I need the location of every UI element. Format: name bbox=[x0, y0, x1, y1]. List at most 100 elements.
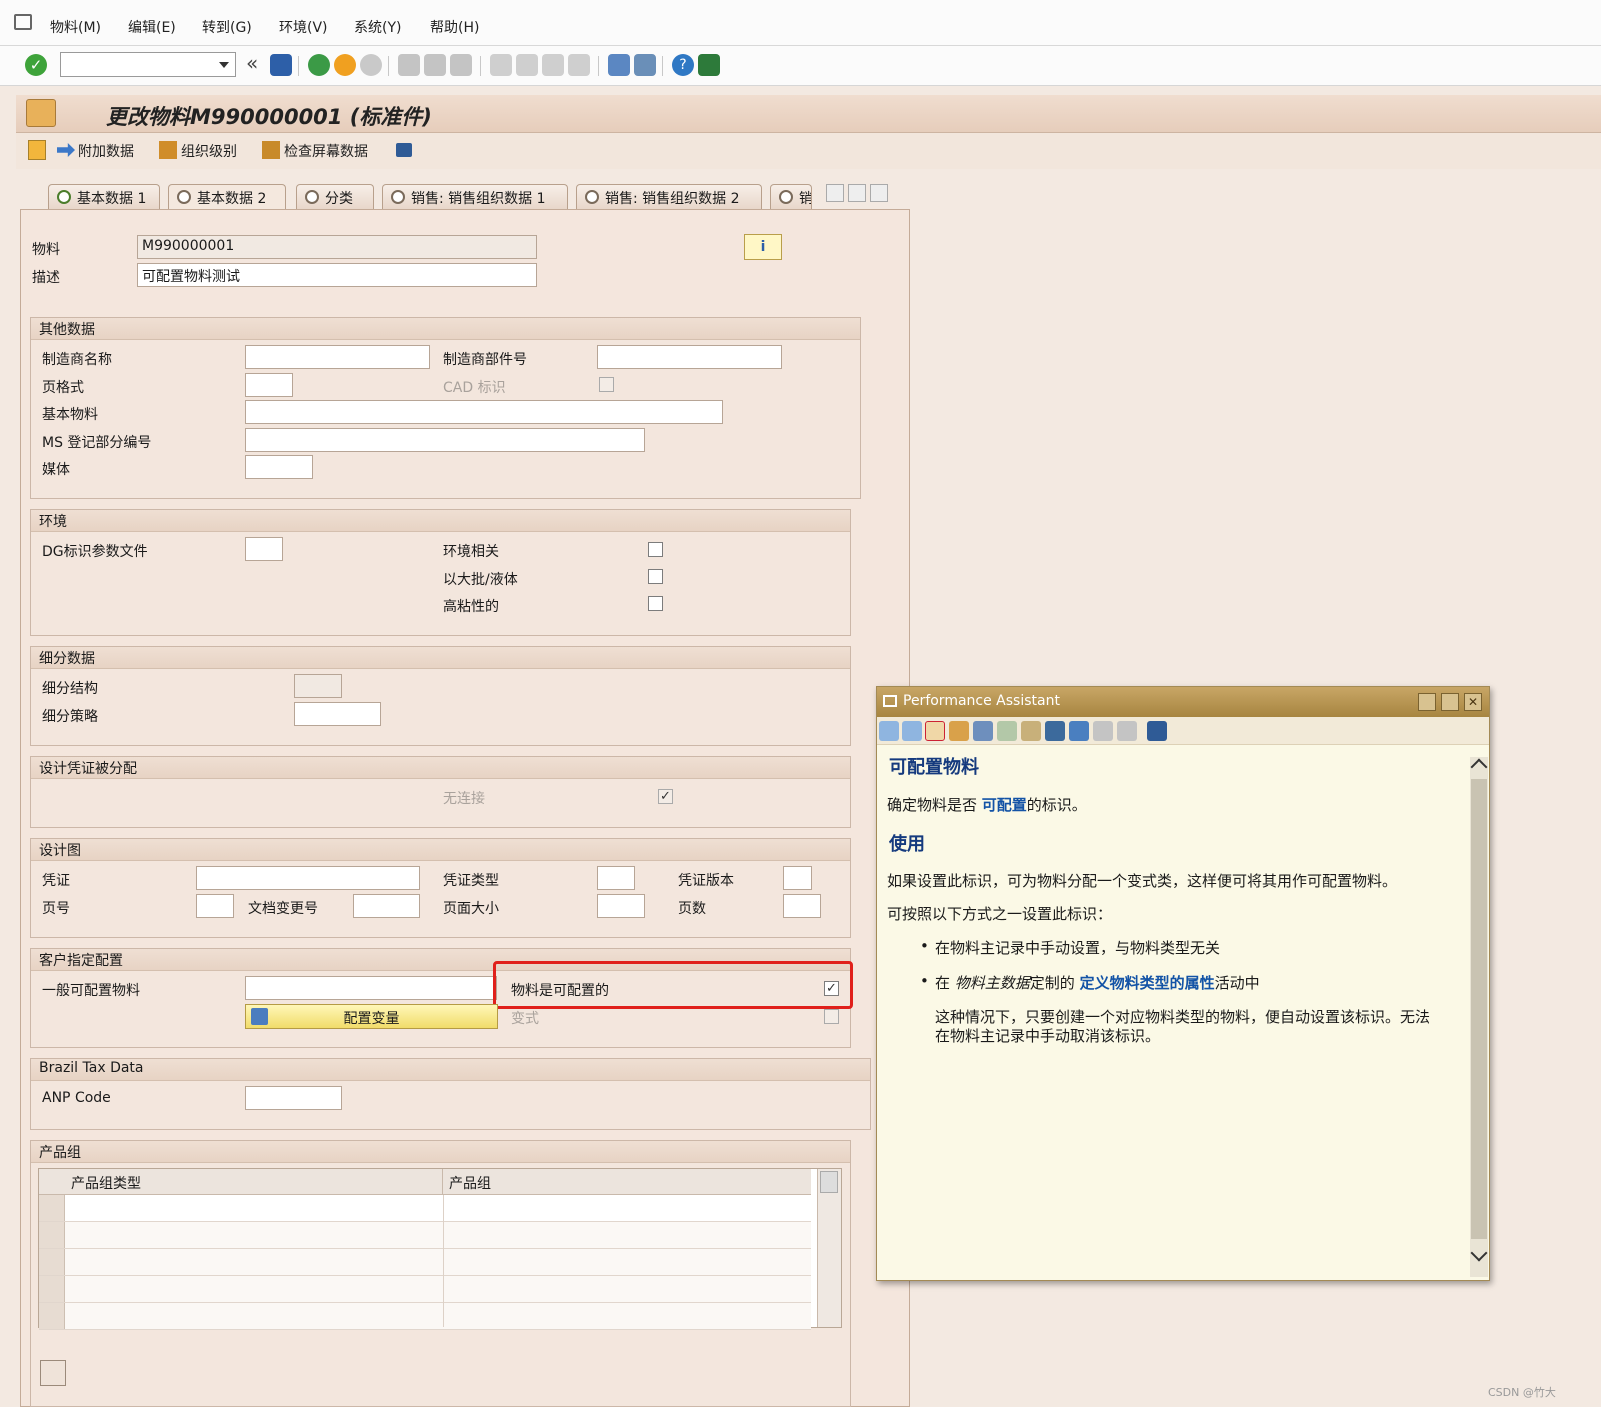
maximize-icon[interactable] bbox=[1441, 693, 1459, 711]
pa-document-icon[interactable] bbox=[1045, 721, 1065, 741]
pa-edit-icon[interactable] bbox=[973, 721, 993, 741]
seg-structure-field[interactable] bbox=[294, 674, 342, 698]
table-row[interactable] bbox=[39, 1222, 811, 1249]
table-settings-icon[interactable] bbox=[40, 1360, 66, 1386]
document-field[interactable] bbox=[196, 866, 420, 890]
pa-technical-info-icon[interactable] bbox=[949, 721, 969, 741]
env-relevant-checkbox[interactable] bbox=[648, 542, 663, 557]
sheets-field[interactable] bbox=[783, 894, 821, 918]
tab-basic-data-1[interactable]: 基本数据 1 bbox=[48, 184, 160, 209]
tab-list-icon[interactable] bbox=[870, 184, 888, 202]
pa-forward-icon[interactable] bbox=[902, 721, 922, 741]
column-header-type[interactable]: 产品组类型 bbox=[65, 1169, 443, 1195]
layout-menu-icon[interactable] bbox=[698, 54, 720, 76]
tab-scroll-left-icon[interactable] bbox=[826, 184, 844, 202]
manufacturer-name-field[interactable] bbox=[245, 345, 430, 369]
table-scrollbar[interactable] bbox=[817, 1169, 841, 1327]
basic-material-field[interactable] bbox=[245, 400, 723, 424]
prev-page-icon[interactable] bbox=[516, 54, 538, 76]
table-config-icon[interactable] bbox=[39, 1169, 65, 1195]
menu-system[interactable]: 系统(Y) bbox=[354, 17, 401, 37]
pa-print-icon[interactable] bbox=[1069, 721, 1089, 741]
anp-code-field[interactable] bbox=[245, 1086, 342, 1110]
minimize-icon[interactable] bbox=[1418, 693, 1436, 711]
material-field[interactable]: M990000001 bbox=[137, 235, 537, 259]
menu-environment[interactable]: 环境(V) bbox=[279, 17, 328, 37]
config-variant-button[interactable]: 配置变量 bbox=[245, 1004, 498, 1029]
next-page-icon[interactable] bbox=[542, 54, 564, 76]
tab-sales-org-2[interactable]: 销售: 销售组织数据 2 bbox=[576, 184, 762, 209]
command-field[interactable] bbox=[60, 52, 236, 77]
check-screen-data-button[interactable]: 检查屏幕数据 bbox=[284, 141, 368, 161]
ms-book-part-field[interactable] bbox=[245, 428, 645, 452]
pa-scroll-thumb[interactable] bbox=[1471, 779, 1487, 1239]
table-row[interactable] bbox=[39, 1276, 811, 1303]
views-icon[interactable] bbox=[28, 140, 46, 160]
tab-scroll-right-icon[interactable] bbox=[848, 184, 866, 202]
pa-person-icon[interactable] bbox=[1021, 721, 1041, 741]
bulk-liquid-checkbox[interactable] bbox=[648, 569, 663, 584]
table-row[interactable] bbox=[39, 1195, 811, 1222]
first-page-icon[interactable] bbox=[490, 54, 512, 76]
chevron-down-icon[interactable] bbox=[219, 62, 229, 68]
page-number-field[interactable] bbox=[196, 894, 234, 918]
lock-icon[interactable] bbox=[396, 143, 412, 157]
close-icon[interactable]: ✕ bbox=[1464, 693, 1482, 711]
save-icon[interactable] bbox=[270, 54, 292, 76]
manufacturer-part-field[interactable] bbox=[597, 345, 782, 369]
table-row[interactable] bbox=[39, 1249, 811, 1276]
new-session-icon[interactable] bbox=[608, 54, 630, 76]
menu-material[interactable]: 物料(M) bbox=[50, 17, 101, 37]
find-icon[interactable] bbox=[424, 54, 446, 76]
dg-profile-field[interactable] bbox=[245, 537, 283, 561]
pa-define-material-type-link[interactable]: 定义物料类型的属性 bbox=[1080, 974, 1215, 992]
table-row[interactable] bbox=[39, 1303, 811, 1330]
scroll-down-icon[interactable] bbox=[1470, 1244, 1488, 1262]
menu-edit[interactable]: 编辑(E) bbox=[128, 17, 176, 37]
doc-type-field[interactable] bbox=[597, 866, 635, 890]
pa-app-help-icon[interactable] bbox=[925, 721, 945, 741]
pa-close-help-icon[interactable] bbox=[1147, 721, 1167, 741]
pa-list-icon[interactable] bbox=[1117, 721, 1137, 741]
menu-help[interactable]: 帮助(H) bbox=[430, 17, 479, 37]
additional-data-button[interactable]: 附加数据 bbox=[78, 141, 134, 161]
org-levels-button[interactable]: 组织级别 bbox=[181, 141, 237, 161]
back-icon[interactable] bbox=[308, 54, 330, 76]
pa-back-icon[interactable] bbox=[879, 721, 899, 741]
print-icon[interactable] bbox=[398, 54, 420, 76]
pa-link-icon[interactable] bbox=[997, 721, 1017, 741]
pa-find-icon[interactable] bbox=[1093, 721, 1113, 741]
doc-change-no-field[interactable] bbox=[353, 894, 420, 918]
doc-version-field[interactable] bbox=[783, 866, 812, 890]
pa-titlebar[interactable]: Performance Assistant ✕ bbox=[877, 687, 1489, 717]
tab-status-icon bbox=[585, 190, 599, 204]
scroll-up-icon[interactable] bbox=[1470, 758, 1488, 776]
scroll-thumb[interactable] bbox=[820, 1171, 838, 1193]
cancel-icon[interactable] bbox=[360, 54, 382, 76]
medium-field[interactable] bbox=[245, 455, 313, 479]
help-icon[interactable]: ? bbox=[672, 54, 694, 76]
page-size-field[interactable] bbox=[597, 894, 645, 918]
column-header-group[interactable]: 产品组 bbox=[443, 1169, 811, 1195]
tab-classification[interactable]: 分类 bbox=[296, 184, 374, 209]
exit-icon[interactable] bbox=[334, 54, 356, 76]
menu-icon[interactable] bbox=[14, 14, 32, 30]
back-fast-icon[interactable]: « bbox=[246, 51, 258, 75]
pa-configurable-link[interactable]: 可配置 bbox=[982, 796, 1027, 814]
page-number-label: 页号 bbox=[42, 901, 70, 917]
find-next-icon[interactable] bbox=[450, 54, 472, 76]
tab-sales-org-1[interactable]: 销售: 销售组织数据 1 bbox=[382, 184, 568, 209]
enter-check-icon[interactable]: ✓ bbox=[25, 54, 47, 76]
tab-more[interactable]: 销 bbox=[770, 184, 812, 209]
info-icon[interactable]: i bbox=[744, 234, 782, 260]
high-viscous-checkbox[interactable] bbox=[648, 596, 663, 611]
tab-basic-data-2[interactable]: 基本数据 2 bbox=[168, 184, 286, 209]
menu-goto[interactable]: 转到(G) bbox=[202, 17, 252, 37]
page-format-field[interactable] bbox=[245, 373, 293, 397]
last-page-icon[interactable] bbox=[568, 54, 590, 76]
description-field[interactable]: 可配置物料测试 bbox=[137, 263, 537, 287]
general-configurable-field[interactable] bbox=[245, 976, 497, 1000]
seg-strategy-field[interactable] bbox=[294, 702, 381, 726]
pa-scrollbar[interactable] bbox=[1470, 757, 1488, 1277]
shortcut-icon[interactable] bbox=[634, 54, 656, 76]
